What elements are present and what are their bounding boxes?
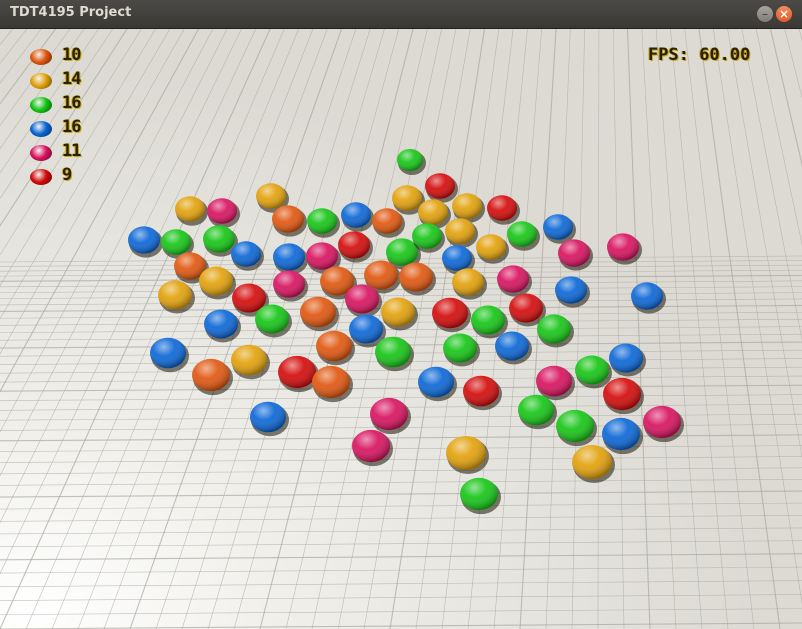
fps-value: 60.00 xyxy=(699,45,751,65)
app-window: TDT4195 Project – × 10 14 16 16 11 9 FPS… xyxy=(0,0,802,629)
legend-count-blue: 16 xyxy=(62,117,82,137)
orange-swatch-icon xyxy=(30,49,52,65)
yellow-swatch-icon xyxy=(30,73,52,89)
legend-count-red: 9 xyxy=(62,165,72,185)
legend-count-orange: 10 xyxy=(62,45,82,65)
legend-count-yellow: 14 xyxy=(62,69,82,89)
render-canvas[interactable] xyxy=(0,29,802,629)
window-title: TDT4195 Project xyxy=(10,5,132,20)
blue-swatch-icon xyxy=(30,121,52,137)
close-button[interactable]: × xyxy=(776,6,792,22)
fps-counter: FPS: 60.00 xyxy=(648,45,750,65)
green-swatch-icon xyxy=(30,97,52,113)
fps-label: FPS: xyxy=(648,45,689,65)
red-swatch-icon xyxy=(30,169,52,185)
title-bar[interactable]: TDT4195 Project – × xyxy=(0,0,802,29)
minimize-button[interactable]: – xyxy=(757,6,773,22)
legend-count-pink: 11 xyxy=(62,141,82,161)
pink-swatch-icon xyxy=(30,145,52,161)
legend-count-green: 16 xyxy=(62,93,82,113)
